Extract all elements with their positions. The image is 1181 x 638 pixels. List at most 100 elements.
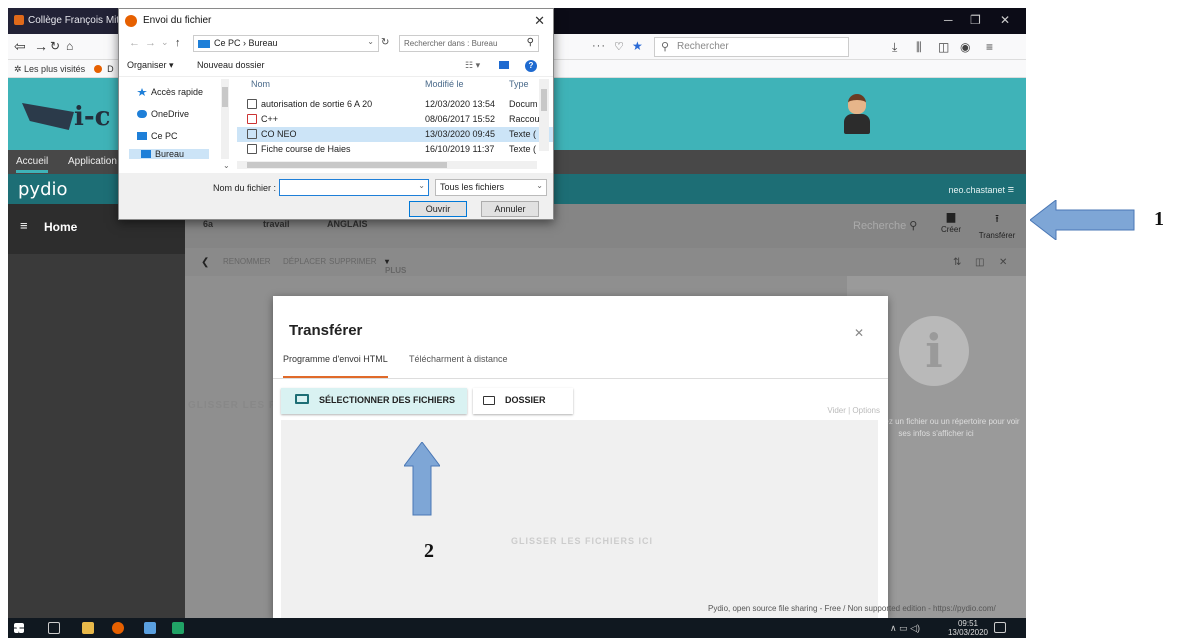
file-name: autorisation de sortie 6 A 20	[261, 99, 373, 109]
nav-quick-access[interactable]: Accès rapide	[137, 87, 203, 97]
file-list-scrollbar[interactable]	[539, 79, 549, 151]
home-icon[interactable]: ⌂	[66, 38, 73, 54]
notifications-icon[interactable]	[994, 622, 1006, 633]
library-icon[interactable]: ⫼	[916, 40, 922, 55]
back-icon[interactable]: ⇦	[14, 38, 26, 54]
reload-icon[interactable]: ↻	[50, 38, 60, 54]
filename-input[interactable]: ⌄	[279, 179, 429, 196]
forward-icon[interactable]: →	[34, 38, 48, 54]
nav-accueil[interactable]: Accueil	[16, 156, 49, 173]
task-view-icon[interactable]	[48, 622, 60, 634]
crumb-anglais[interactable]: ANGLAIS	[327, 219, 368, 229]
bookmark-second[interactable]: D	[107, 64, 114, 74]
crumb-6a[interactable]: 6a	[203, 219, 213, 229]
gear-icon: ✲	[14, 64, 25, 74]
column-type[interactable]: Type	[509, 79, 529, 89]
nav-applications[interactable]: Application	[68, 156, 117, 167]
drop-zone[interactable]: GLISSER LES FICHIERS ICI	[281, 420, 878, 618]
folder-search[interactable]: Recherche ⚲	[853, 219, 917, 232]
download-icon[interactable]: ⤓	[892, 40, 897, 55]
avatar[interactable]	[842, 92, 872, 136]
cancel-button[interactable]: Annuler	[481, 201, 539, 217]
preview-pane-icon[interactable]	[499, 61, 509, 69]
menu-icon[interactable]: ≡	[986, 40, 993, 54]
transfer-button[interactable]: ⭱ Transférer	[977, 210, 1017, 240]
chevron-down-icon[interactable]: ⌄	[367, 37, 374, 46]
home-label[interactable]: Home	[44, 220, 77, 234]
column-name[interactable]: Nom	[251, 79, 270, 89]
bookmark-star-icon[interactable]: ★	[632, 38, 643, 54]
organize-button[interactable]: Organiser ▾	[127, 60, 174, 71]
close-panel-icon[interactable]: ✕	[999, 257, 1007, 268]
dialog-up-icon[interactable]: ↑	[175, 37, 181, 49]
user-menu[interactable]: neo.chastanet ≡	[949, 184, 1014, 196]
dialog-search-input[interactable]: Rechercher dans : Bureau ⚲	[399, 35, 539, 52]
dialog-path[interactable]: Ce PC › Bureau ⌄	[193, 35, 379, 52]
minimize-icon[interactable]: ─	[944, 13, 953, 27]
open-button[interactable]: Ouvrir	[409, 201, 467, 217]
annotation-arrow-1	[1030, 200, 1135, 240]
file-type: Texte (	[509, 129, 537, 139]
column-modified[interactable]: Modifié le	[425, 79, 464, 89]
sort-icon[interactable]: ⇅	[953, 257, 961, 268]
pydio-logo[interactable]: pydio	[18, 179, 68, 200]
help-icon[interactable]: ?	[525, 60, 537, 72]
nav-this-pc[interactable]: Ce PC	[137, 131, 178, 141]
hamburger-icon[interactable]: ≡	[20, 218, 28, 233]
nav-scrollbar[interactable]	[221, 79, 229, 159]
dialog-recent-icon[interactable]: ⌄	[161, 37, 169, 48]
tab-remote-download[interactable]: Télécharment à distance	[409, 354, 508, 376]
display-mode-icon[interactable]: ◫	[975, 257, 984, 268]
file-name: Fiche course de Haies	[261, 144, 351, 154]
file-hscroll-thumb[interactable]	[247, 162, 447, 168]
more-button[interactable]: PLUS ▾	[385, 257, 406, 275]
crumb-travail[interactable]: travail	[263, 219, 290, 229]
move-button[interactable]: DÉPLACER	[283, 257, 326, 266]
chevron-down-icon[interactable]: ⌄	[418, 181, 425, 190]
page-actions-icon[interactable]: ···	[592, 40, 606, 52]
dialog-forward-icon[interactable]: →	[145, 37, 156, 49]
folder-button[interactable]: DOSSIER	[473, 388, 573, 414]
create-button[interactable]: ▆ Créer	[931, 210, 971, 234]
dialog-back-icon[interactable]: ←	[129, 37, 140, 49]
file-row[interactable]: C++ 08/06/2017 15:52 Raccou	[237, 112, 553, 127]
nav-onedrive[interactable]: OneDrive	[137, 109, 189, 119]
maximize-icon[interactable]: ❐	[970, 13, 981, 27]
document-taskbar-icon[interactable]	[144, 622, 156, 634]
file-row[interactable]: autorisation de sortie 6 A 20 12/03/2020…	[237, 97, 553, 112]
rename-button[interactable]: RENOMMER	[223, 257, 271, 266]
new-folder-button[interactable]: Nouveau dossier	[197, 60, 265, 70]
expand-icon[interactable]: ⌄	[223, 161, 230, 170]
file-scroll-thumb[interactable]	[541, 89, 547, 111]
sidebar-icon[interactable]: ◫	[938, 40, 949, 54]
firefox-taskbar-icon[interactable]	[112, 622, 124, 634]
filetype-select[interactable]: Tous les fichiers ⌄	[435, 179, 547, 196]
browser-search-input[interactable]: ⚲ Rechercher	[654, 37, 849, 57]
select-files-button[interactable]: SÉLECTIONNER DES FICHIERS	[281, 388, 467, 414]
clear-options-link[interactable]: Vider | Options	[827, 406, 880, 415]
dialog-title: Envoi du fichier	[143, 15, 212, 26]
view-options-icon[interactable]: ☷ ▾	[465, 60, 480, 71]
site-logo[interactable]: i-c	[22, 96, 132, 136]
delete-button[interactable]: SUPPRIMER	[329, 257, 377, 266]
start-icon[interactable]	[14, 623, 24, 633]
dialog-close-icon[interactable]: ✕	[534, 13, 545, 29]
system-tray-icons[interactable]: ∧ ▭ ◁)	[890, 623, 920, 634]
collapse-icon[interactable]: ❮	[201, 257, 209, 268]
clock[interactable]: 09:51 13/03/2020	[948, 619, 988, 637]
tab-html-upload[interactable]: Programme d'envoi HTML	[283, 354, 388, 378]
nav-scroll-thumb[interactable]	[222, 87, 228, 107]
file-list-hscrollbar[interactable]	[237, 161, 537, 169]
browser-tab[interactable]: Collège François Mitte	[8, 8, 123, 34]
nav-desktop[interactable]: Bureau	[129, 149, 209, 159]
spreadsheet-taskbar-icon[interactable]	[172, 622, 184, 634]
close-window-icon[interactable]: ✕	[1000, 13, 1010, 27]
account-icon[interactable]: ◉	[960, 40, 970, 54]
file-row[interactable]: Fiche course de Haies 16/10/2019 11:37 T…	[237, 142, 553, 157]
refresh-icon[interactable]: ↻	[381, 37, 389, 48]
modal-close-icon[interactable]: ✕	[854, 326, 864, 340]
pocket-icon[interactable]: ♡	[614, 39, 624, 55]
bookmark-most-visited[interactable]: Les plus visités	[24, 64, 85, 74]
file-explorer-icon[interactable]	[82, 622, 94, 634]
file-row-selected[interactable]: CO NEO 13/03/2020 09:45 Texte (	[237, 127, 553, 142]
